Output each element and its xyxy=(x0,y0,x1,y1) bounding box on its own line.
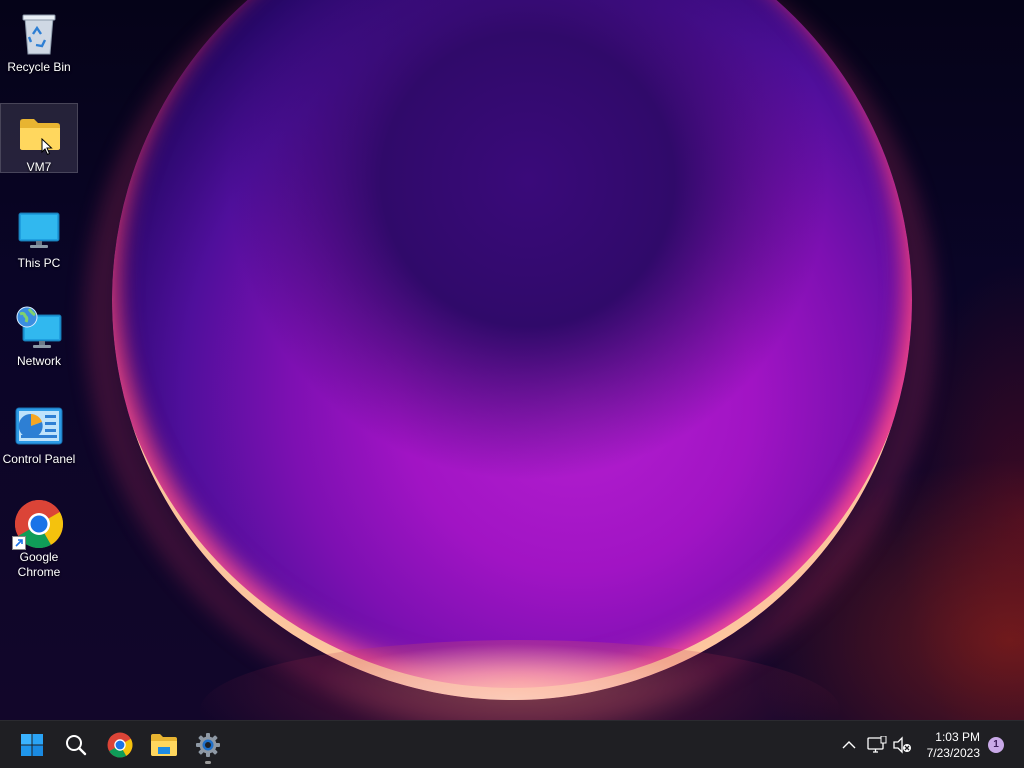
network-icon xyxy=(0,304,78,352)
mouse-cursor-icon xyxy=(41,138,53,156)
search-icon xyxy=(66,735,87,756)
gear-icon xyxy=(196,733,220,757)
chrome-icon xyxy=(0,499,78,550)
desktop-icon-this-pc[interactable]: This PC xyxy=(0,200,78,272)
chrome-icon xyxy=(107,732,133,758)
start-button[interactable] xyxy=(12,725,52,765)
notification-badge[interactable]: 1 xyxy=(988,737,1004,753)
taskbar: 1:03 PM 7/23/2023 1 xyxy=(0,720,1024,768)
folder-icon xyxy=(151,734,177,756)
desktop-wallpaper xyxy=(0,0,1024,720)
show-hidden-icons-button[interactable] xyxy=(838,734,860,756)
volume-muted-icon xyxy=(893,736,911,754)
desktop-icon-label: Control Panel xyxy=(2,452,76,466)
chevron-up-icon xyxy=(842,741,856,749)
desktop-icon-label: Recycle Bin xyxy=(7,60,71,74)
taskbar-chrome-button[interactable] xyxy=(100,725,140,765)
desktop-icon-label: VM7 xyxy=(26,160,52,174)
clock[interactable]: 1:03 PM 7/23/2023 xyxy=(927,729,980,761)
network-status-icon xyxy=(867,736,887,753)
clock-time: 1:03 PM xyxy=(935,730,980,744)
desktop-icon-label: Network xyxy=(16,354,61,368)
desktop-icon-label: Google Chrome xyxy=(17,550,61,579)
clock-date: 7/23/2023 xyxy=(926,746,980,760)
taskbar-settings-button[interactable] xyxy=(188,725,228,765)
desktop-icon-recycle-bin[interactable]: Recycle Bin xyxy=(0,4,78,76)
windows-logo-icon xyxy=(21,734,43,756)
control-panel-icon xyxy=(0,402,78,450)
monitor-icon xyxy=(0,206,78,254)
recycle-bin-icon xyxy=(0,10,78,58)
search-button[interactable] xyxy=(56,725,96,765)
desktop-icon-network[interactable]: Network xyxy=(0,298,78,370)
running-indicator xyxy=(205,761,211,764)
network-status-button[interactable] xyxy=(866,734,888,756)
desktop-icon-control-panel[interactable]: Control Panel xyxy=(0,396,78,468)
desktop-icon-vm7[interactable]: VM7 xyxy=(0,103,79,174)
taskbar-file-explorer-button[interactable] xyxy=(144,725,184,765)
desktop-icon-google-chrome[interactable]: Google Chrome xyxy=(0,494,78,580)
folder-icon xyxy=(1,110,79,158)
shortcut-arrow-icon xyxy=(12,536,26,550)
volume-button[interactable] xyxy=(891,734,913,756)
desktop-icon-label: This PC xyxy=(17,256,61,270)
